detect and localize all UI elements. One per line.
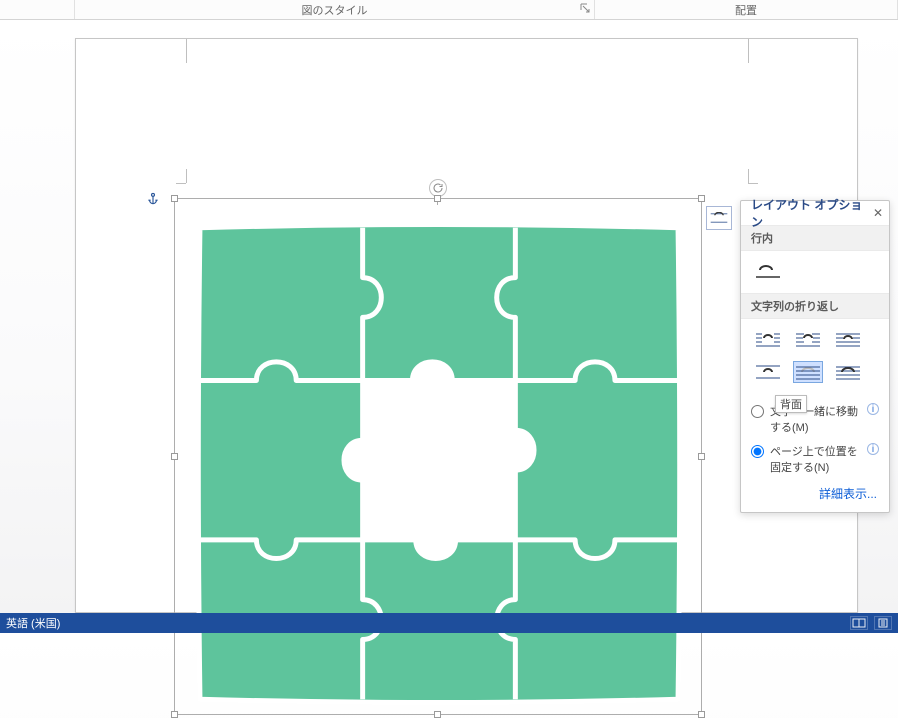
layout-options-icon	[710, 212, 728, 224]
margin-mark	[186, 169, 187, 183]
wrap-through-icon	[835, 332, 861, 348]
view-print-layout-icon[interactable]	[874, 616, 892, 630]
selection-bounding-box[interactable]	[174, 198, 702, 715]
layout-options-header: レイアウト オプション ✕	[741, 201, 889, 225]
radio-fix-on-page[interactable]: ページ上で位置を固定する(N) i	[751, 439, 879, 479]
wrap-option-tight[interactable]	[793, 329, 823, 351]
resize-handle-r[interactable]	[698, 453, 705, 460]
close-icon[interactable]: ✕	[873, 206, 883, 220]
status-language[interactable]: 英語 (米国)	[6, 615, 60, 631]
layout-options-radios: 文字xx一緒に移動する(M) i 背面 ページ上で位置を固定する(N) i	[741, 393, 889, 479]
radio-move-with-text-input[interactable]	[751, 405, 764, 418]
wrap-option-top-bottom[interactable]	[753, 361, 783, 383]
ribbon-spacer	[0, 0, 75, 19]
wrap-section-title: 文字列の折り返し	[741, 293, 889, 319]
wrap-option-front[interactable]	[833, 361, 863, 383]
layout-options-button[interactable]	[706, 206, 732, 230]
radio-fix-label: ページ上で位置を固定する(N)	[770, 443, 861, 475]
margin-mark	[176, 183, 186, 184]
layout-options-flyout: レイアウト オプション ✕ 行内 文字列の折り返し	[740, 200, 890, 513]
tooltip-behind: 背面	[775, 395, 807, 413]
wrap-topbottom-icon	[755, 364, 781, 380]
resize-handle-bl[interactable]	[171, 711, 178, 718]
radio-move-with-text[interactable]: 文字xx一緒に移動する(M) i	[751, 399, 879, 439]
radio-fix-on-page-input[interactable]	[751, 445, 764, 458]
ribbon-group-picture-styles: 図のスタイル	[75, 0, 595, 19]
see-more-link[interactable]: 詳細表示...	[819, 487, 877, 501]
margin-mark	[748, 183, 758, 184]
wrap-tight-icon	[795, 332, 821, 348]
wrap-options	[741, 319, 889, 393]
status-bar-right	[850, 616, 892, 630]
wrap-inline-icon	[755, 264, 781, 280]
info-icon[interactable]: i	[867, 443, 879, 455]
resize-handle-b[interactable]	[434, 711, 441, 718]
margin-mark	[748, 169, 749, 183]
resize-handle-tl[interactable]	[171, 195, 178, 202]
wrap-square-icon	[755, 332, 781, 348]
wrap-option-behind[interactable]	[793, 361, 823, 383]
layout-options-more: 詳細表示...	[741, 479, 889, 502]
document-area: レイアウト オプション ✕ 行内 文字列の折り返し	[0, 20, 898, 613]
wrap-option-square[interactable]	[753, 329, 783, 351]
margin-mark	[748, 39, 749, 63]
resize-handle-l[interactable]	[171, 453, 178, 460]
ribbon-group-arrange: 配置	[595, 0, 898, 19]
info-icon[interactable]: i	[867, 403, 879, 415]
anchor-icon	[146, 192, 160, 209]
layout-options-title: レイアウト オプション	[751, 196, 873, 230]
wrap-front-icon	[835, 364, 861, 380]
view-read-mode-icon[interactable]	[850, 616, 868, 630]
margin-mark	[186, 39, 187, 63]
wrap-option-through[interactable]	[833, 329, 863, 351]
wrap-behind-icon	[795, 364, 821, 380]
inline-options	[741, 251, 889, 293]
resize-handle-br[interactable]	[698, 711, 705, 718]
wrap-option-inline[interactable]	[753, 261, 783, 283]
ribbon-group-arrange-label: 配置	[735, 2, 757, 18]
dialog-launcher-icon[interactable]	[580, 3, 590, 16]
resize-handle-t[interactable]	[434, 195, 441, 202]
ribbon-group-labels: 図のスタイル 配置	[0, 0, 898, 20]
status-bar: 英語 (米国)	[0, 613, 898, 633]
resize-handle-tr[interactable]	[698, 195, 705, 202]
ribbon-group-picture-styles-label: 図のスタイル	[302, 2, 368, 18]
